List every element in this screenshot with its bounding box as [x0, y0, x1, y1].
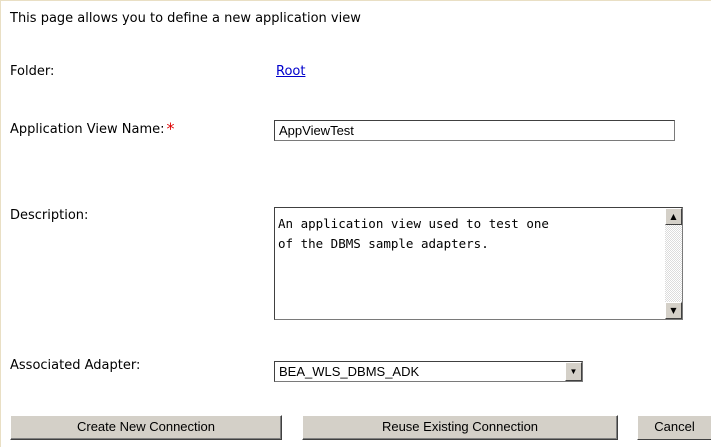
associated-adapter-label: Associated Adapter: — [10, 358, 141, 373]
root-folder-link[interactable]: Root — [276, 64, 305, 79]
cancel-button[interactable]: Cancel — [637, 415, 711, 440]
frame-left-border — [0, 0, 1, 447]
reuse-existing-connection-button[interactable]: Reuse Existing Connection — [302, 415, 618, 440]
app-view-name-input[interactable]: AppViewTest — [274, 120, 675, 141]
description-textarea[interactable]: An application view used to test one of … — [274, 207, 683, 320]
description-label: Description: — [10, 208, 89, 223]
associated-adapter-select[interactable]: BEA_WLS_DBMS_ADK ▼ — [274, 361, 583, 382]
scroll-down-arrow-icon[interactable]: ▼ — [665, 302, 682, 319]
frame-top-border — [0, 0, 711, 1]
folder-label: Folder: — [10, 64, 55, 79]
create-new-connection-button[interactable]: Create New Connection — [10, 415, 282, 440]
page-intro: This page allows you to define a new app… — [10, 11, 361, 26]
required-marker: * — [166, 119, 175, 138]
adapter-selected-value: BEA_WLS_DBMS_ADK — [279, 364, 420, 379]
app-view-name-label: Application View Name: * — [10, 118, 175, 138]
app-view-name-label-text: Application View Name: — [10, 122, 165, 137]
description-text: An application view used to test one of … — [278, 216, 549, 251]
chevron-down-icon[interactable]: ▼ — [565, 362, 582, 381]
scroll-up-arrow-icon[interactable]: ▲ — [665, 208, 682, 225]
description-scrollbar[interactable]: ▲ ▼ — [665, 208, 682, 319]
